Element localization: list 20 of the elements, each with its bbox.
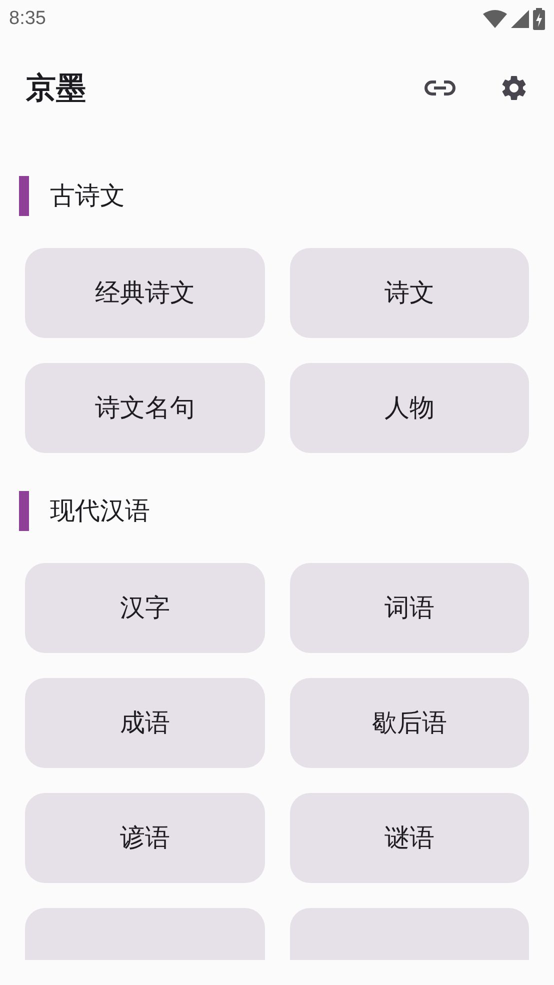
category-button[interactable]: 词语: [290, 563, 529, 653]
battery-icon: [533, 8, 545, 30]
category-button[interactable]: 汉字: [25, 563, 264, 653]
wifi-icon: [483, 10, 507, 28]
section-marker: [19, 491, 29, 531]
category-button[interactable]: 诗文名句: [25, 363, 264, 453]
category-button[interactable]: 谚语: [25, 793, 264, 883]
category-button[interactable]: 歇后语: [290, 678, 529, 768]
category-button[interactable]: 经典诗文: [25, 248, 264, 338]
category-button[interactable]: 人物: [290, 363, 529, 453]
section-title: 古诗文: [50, 180, 125, 212]
category-button[interactable]: 诗文: [290, 248, 529, 338]
signal-icon: [511, 10, 529, 28]
app-title: 京墨: [26, 70, 87, 108]
category-button[interactable]: 谜语: [290, 793, 529, 883]
section-title: 现代汉语: [50, 495, 150, 528]
status-time: 8:35: [9, 6, 46, 31]
link-icon: [424, 80, 456, 96]
section-marker: [19, 176, 29, 216]
category-button[interactable]: 成语: [25, 678, 264, 768]
